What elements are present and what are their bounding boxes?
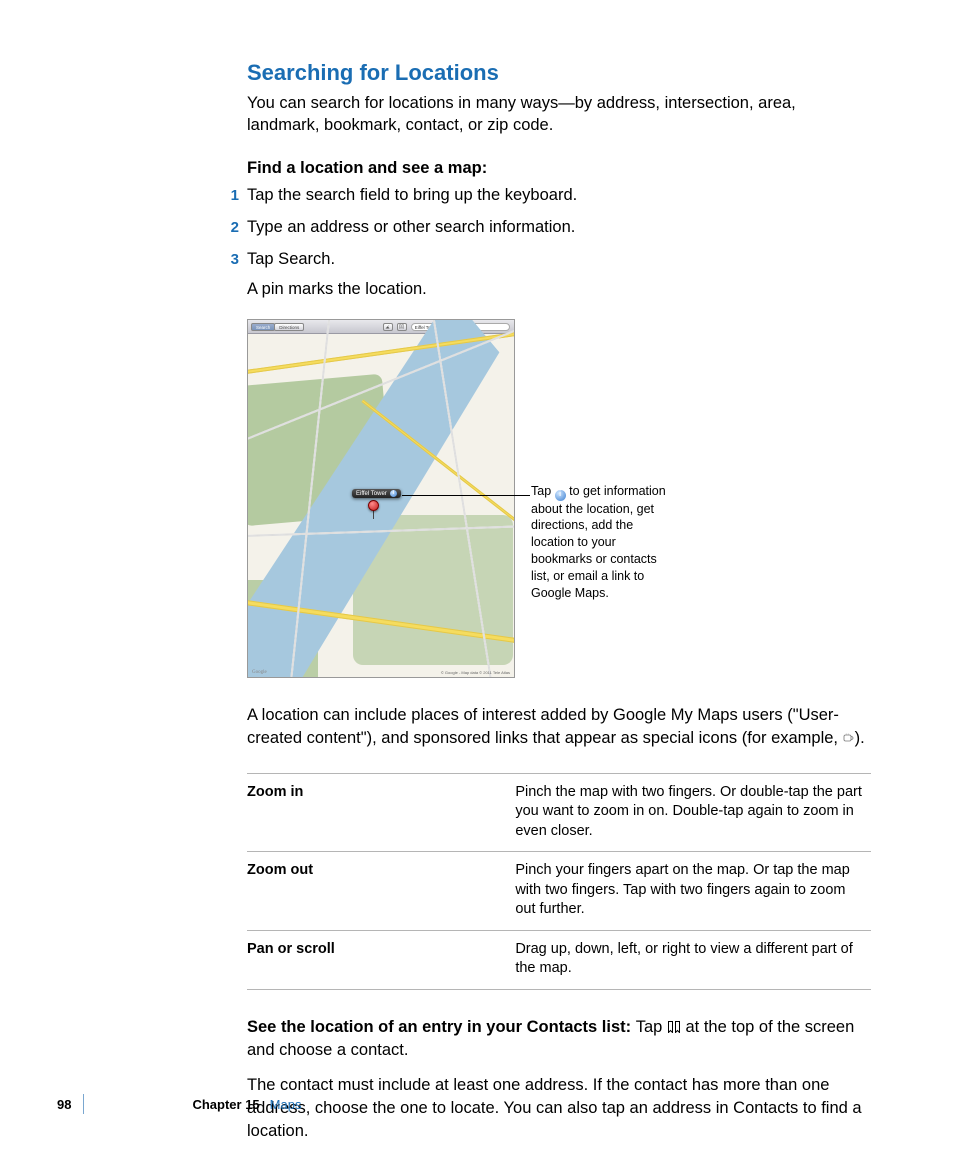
paragraph: A location can include places of interes… — [247, 704, 871, 750]
bookmarks-icon[interactable] — [397, 323, 407, 331]
google-logo: Google — [252, 670, 267, 675]
pin-label[interactable]: Eiffel Tower i — [352, 489, 401, 498]
seg-search[interactable]: Search — [251, 323, 275, 331]
gesture-label: Pan or scroll — [247, 930, 515, 989]
para-text-a: A location can include places of interes… — [247, 706, 843, 747]
contacts-task-a: Tap — [636, 1018, 667, 1036]
gesture-desc: Pinch your fingers apart on the map. Or … — [515, 852, 871, 931]
map-mode-segment: Search Directions — [251, 323, 303, 331]
step-text: Type an address or other search informat… — [247, 216, 575, 238]
figure-callout: Tap i to get information about the locat… — [531, 483, 671, 601]
gesture-desc: Pinch the map with two fingers. Or doubl… — [515, 773, 871, 852]
step-2: 2 Type an address or other search inform… — [222, 216, 871, 238]
gesture-table: Zoom in Pinch the map with two fingers. … — [247, 773, 871, 991]
callout-text-b: to get information about the location, g… — [531, 484, 666, 600]
task-heading: Find a location and see a map: — [247, 159, 871, 178]
step-text: Tap the search field to bring up the key… — [247, 184, 577, 206]
page-footer: 98 Chapter 15 Maps — [57, 1094, 301, 1114]
step-1: 1 Tap the search field to bring up the k… — [222, 184, 871, 206]
table-row: Pan or scroll Drag up, down, left, or ri… — [247, 930, 871, 989]
callout-text-a: Tap — [531, 484, 555, 498]
intro-paragraph: You can search for locations in many way… — [247, 92, 871, 137]
step-number: 3 — [222, 251, 247, 268]
locate-icon[interactable] — [383, 323, 393, 331]
table-row: Zoom in Pinch the map with two fingers. … — [247, 773, 871, 852]
table-row: Zoom out Pinch your fingers apart on the… — [247, 852, 871, 931]
contacts-task-bold: See the location of an entry in your Con… — [247, 1018, 636, 1036]
step-3: 3 Tap Search. — [222, 248, 871, 270]
info-icon: i — [555, 490, 566, 501]
gesture-label: Zoom in — [247, 773, 515, 852]
footer-divider — [83, 1094, 84, 1114]
info-icon[interactable]: i — [390, 490, 397, 497]
ordered-steps: 1 Tap the search field to bring up the k… — [247, 184, 871, 271]
cup-icon — [843, 728, 855, 740]
map-figure: Search Directions Eiffel Tower — [247, 319, 871, 678]
seg-directions[interactable]: Directions — [274, 323, 304, 331]
gesture-desc: Drag up, down, left, or right to view a … — [515, 930, 871, 989]
para-text-b: ). — [855, 729, 865, 747]
page-content: Searching for Locations You can search f… — [247, 60, 871, 1155]
gesture-label: Zoom out — [247, 852, 515, 931]
map-attribution: © Google - Map data © 2011 Tele Atlas — [441, 670, 510, 675]
contacts-task: See the location of an entry in your Con… — [247, 1016, 871, 1062]
contacts-note: The contact must include at least one ad… — [247, 1074, 871, 1143]
pin-label-text: Eiffel Tower — [356, 491, 387, 497]
bookmarks-icon — [667, 1021, 681, 1033]
step-number: 1 — [222, 187, 247, 204]
map-screenshot: Search Directions Eiffel Tower — [247, 319, 515, 678]
pin-stem — [373, 510, 374, 519]
chapter-label: Chapter 15 — [192, 1097, 259, 1112]
step-number: 2 — [222, 219, 247, 236]
section-heading: Searching for Locations — [247, 60, 871, 86]
leader-line — [402, 495, 530, 496]
step-text: Tap Search. — [247, 248, 335, 270]
page-number: 98 — [57, 1097, 71, 1112]
after-list-text: A pin marks the location. — [247, 280, 871, 299]
chapter-name: Maps — [270, 1097, 302, 1112]
